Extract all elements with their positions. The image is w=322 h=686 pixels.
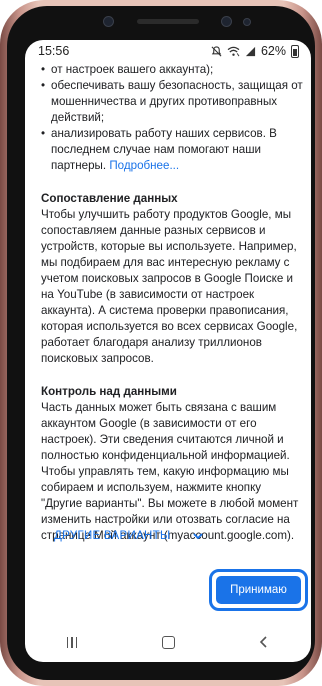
phone-bezel: 15:56 62% • от настроек вашего аккаунта)…	[7, 6, 315, 680]
list-item: от настроек вашего аккаунта);	[41, 62, 303, 78]
wifi-icon	[227, 46, 240, 56]
section-title-data-control: Контроль над данными	[41, 385, 177, 398]
navigation-bar	[25, 622, 311, 662]
chevron-down-icon	[193, 533, 204, 540]
sensor-icon	[103, 16, 114, 27]
section-text-data-matching: Чтобы улучшить работу продуктов Google, …	[41, 208, 298, 365]
front-camera-icon	[221, 16, 232, 27]
section-title-data-matching: Сопоставление данных	[41, 192, 178, 205]
list-item: анализировать работу наших сервисов. В п…	[41, 126, 303, 174]
home-icon[interactable]	[161, 635, 175, 649]
status-icons: 62%	[211, 44, 299, 58]
recent-apps-icon[interactable]	[66, 636, 79, 648]
list-item: обеспечивать вашу безопасность, защищая …	[41, 78, 303, 126]
sensor-icon	[243, 18, 251, 26]
more-options-button[interactable]: ДРУГИЕ ВАРИАНТЫ	[54, 530, 204, 542]
bullet-list: от настроек вашего аккаунта); обеспечива…	[41, 62, 303, 174]
status-bar: 15:56 62%	[25, 40, 311, 64]
consent-text: от настроек вашего аккаунта); обеспечива…	[41, 62, 303, 544]
back-icon[interactable]	[258, 636, 270, 648]
accept-button[interactable]: Принимаю	[216, 576, 301, 604]
accept-button-focus-ring: Принимаю	[209, 569, 308, 611]
mute-icon	[211, 45, 222, 56]
learn-more-link[interactable]: Подробнее...	[109, 159, 179, 172]
phone-frame: 15:56 62% • от настроек вашего аккаунта)…	[0, 0, 322, 686]
screen: 15:56 62% • от настроек вашего аккаунта)…	[25, 40, 311, 662]
battery-percent: 62%	[260, 44, 286, 58]
status-time: 15:56	[38, 44, 70, 58]
more-options-label: ДРУГИЕ ВАРИАНТЫ	[54, 530, 171, 542]
earpiece-speaker	[137, 19, 199, 24]
signal-icon	[245, 46, 256, 56]
section-text-data-control: Часть данных может быть связана с вашим …	[41, 401, 299, 542]
battery-icon	[291, 44, 299, 58]
